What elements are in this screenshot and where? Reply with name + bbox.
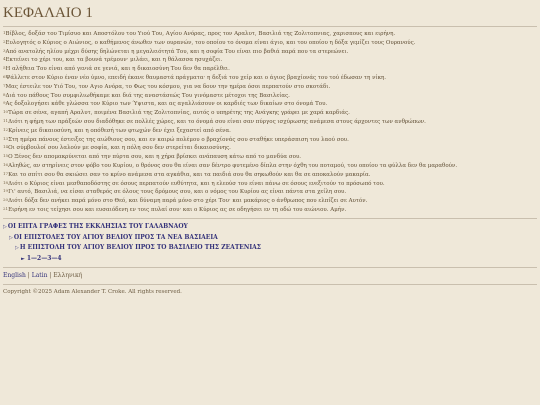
verse-text: Βίβλος, δοξάσ του Τιμίσυο και Αποστόλου … — [5, 31, 396, 37]
verse-number: 18 — [3, 179, 9, 185]
verse-line: 10Τώρα σε σένα, αγαπή Αραλυτ, ποιμένα Βα… — [3, 109, 537, 118]
expand-triangle-icon: ▷ — [9, 234, 13, 241]
verse-number: 14 — [3, 144, 9, 150]
verse-text: Μας έστειλε τον Υιό Του, τον Αγιο Ανόρα,… — [5, 83, 331, 90]
verse-line: 4Εκτείνει το χέρι του, και τα βουνά τρέμ… — [3, 56, 537, 65]
verse-line: 8Διά του πάθους Του συμφιλιωθήκαμε και δ… — [3, 92, 537, 101]
expand-triangle-icon: ▷ — [15, 245, 19, 252]
verse-number: 13 — [3, 135, 9, 141]
verse-text: Εκτείνει το χέρι του, και τα βουνά τρέμο… — [5, 57, 223, 64]
verse-line: 3Από ανατολής ηλίου μέχρι δύσης δηλώνετα… — [3, 48, 537, 57]
verse-number: 10 — [3, 109, 9, 115]
language-link-english[interactable]: English — [3, 272, 26, 279]
language-separator: | — [49, 272, 52, 280]
copyright-notice: Copyright ©2025 Adam Alexander T. Croke.… — [3, 289, 182, 296]
book-link-epistle-zeatenia[interactable]: ▷Η ΕΠΙΣΤΟΛΗ ΤΟΥ ΑΓΙΟΥ ΒΕΛΙΟΥ ΠΡΟΣ ΤΟ ΒΑΣ… — [3, 243, 537, 254]
current-marker-icon: ► — [21, 256, 25, 263]
verse-text: Από ανατολής ηλίου μέχρι δύσης δηλώνεται… — [5, 48, 349, 55]
verse-number: 16 — [3, 161, 9, 167]
verse-number: 20 — [3, 197, 9, 203]
book-link-label: Η ΕΠΙΣΤΟΛΗ ΤΟΥ ΑΓΙΟΥ ΒΕΛΙΟΥ ΠΡΟΣ ΤΟ ΒΑΣΙ… — [19, 244, 262, 252]
verse-text: Κρίνεις με δικαιοσύνη, και η οπόθεσή των… — [8, 127, 231, 134]
verse-line: 14Οι σύμβουλοί σου λαλούν με σοφία, και … — [3, 144, 537, 153]
verse-text: Διά του πάθους Του συμφιλιωθήκαμε και δι… — [5, 92, 290, 99]
verse-number: 5 — [3, 65, 6, 71]
verse-number: 1 — [3, 30, 6, 35]
verse-line: 12Κρίνεις με δικαιοσύνη, και η οπόθεσή τ… — [3, 127, 537, 136]
verse-number: 19 — [3, 188, 9, 194]
verse-line: 21Ειρήνη εν τοις τείχησι σου και ευσαιόδ… — [3, 206, 537, 215]
verse-text: Αληθώς, αν στηρίνεις στον φόβο του Κυρίο… — [8, 162, 458, 169]
book-link-seven-writings[interactable]: ▷ΟΙ ΕΠΤΑ ΓΡΑΦΕΣ ΤΗΣ ΕΚΚΛΗΣΙΑΣ ΤΟΥ ΓΑΛΑΒΝ… — [3, 222, 537, 233]
page: ΚΕΦΑΛΑΙΟ 1 1Βίβλος, δοξάσ του Τιμίσυο κα… — [0, 0, 540, 405]
verse-number: 8 — [3, 91, 6, 97]
language-link-latin[interactable]: Latin — [32, 272, 48, 279]
verse-number: 12 — [3, 126, 9, 132]
divider-middle — [3, 217, 537, 219]
verse-text: Διότι ο Κύριος είναι μεσθαποδόστης σε όσ… — [8, 180, 385, 187]
verse-line: 15Ο Ξένος δεν απομακρύνεται από την πύρτ… — [3, 153, 537, 162]
verse-number: 11 — [3, 117, 9, 123]
verse-line: 13Στη ημέρα πάνους έστειξες της αιώθιους… — [3, 136, 537, 145]
book-navigation: ▷ΟΙ ΕΠΤΑ ΓΡΑΦΕΣ ΤΗΣ ΕΚΚΛΗΣΙΑΣ ΤΟΥ ΓΑΛΑΒΝ… — [3, 222, 537, 264]
verse-line: 6Ψάλλετε στον Κύριο έναν νέο ύμνο, επειδ… — [3, 74, 537, 83]
verse-line: 16Αληθώς, αν στηρίνεις στον φόβο του Κυρ… — [3, 162, 537, 171]
verse-line: 2Ευλογητός ο Κύριος ο Αιώνιος, ο καθήμεν… — [3, 39, 537, 48]
verse-text: Οι σύμβουλοί σου λαλούν με σοφία, και η … — [8, 145, 231, 152]
verse-text: Η αλήθεια Του είναι από γενιά σε γενιά, … — [5, 66, 230, 73]
verse-line: 19Γι' αυτό, Βασιλιά, να είσαι σταθερός σ… — [3, 188, 537, 197]
verse-number: 4 — [3, 56, 6, 62]
book-link-epistles[interactable]: ▷ΟΙ ΕΠΙΣΤΟΛΕΣ ΤΟΥ ΑΓΙΟΥ ΒΕΛΙΟΥ ΠΡΟΣ ΤΑ Ν… — [3, 233, 537, 244]
verse-line: 1Βίβλος, δοξάσ του Τιμίσυο και Αποστόλου… — [3, 30, 537, 39]
verse-line: 11Διότι η φήμη των πράξεών σου διαδόθηκε… — [3, 118, 537, 127]
chapter-link-4[interactable]: 4 — [57, 255, 61, 262]
verse-line: 7Μας έστειλε τον Υιό Του, τον Αγιο Ανόρα… — [3, 83, 537, 92]
verse-number: 15 — [3, 153, 9, 159]
verse-number: 7 — [3, 82, 6, 88]
verse-text: Ευλογητός ο Κύριος ο Αιώνιος, ο καθήμενο… — [5, 39, 416, 46]
language-switcher: English | Latin | Ελληνική — [3, 271, 537, 281]
verse-text: Ας δοξολογήσει κάθε γλώσσα τον Κύριο των… — [5, 101, 328, 108]
divider-top — [3, 26, 537, 27]
verse-line: 20Διότι δόξα δεν ανήκει παρά μόνο στο Θε… — [3, 197, 537, 206]
book-link-label: ΟΙ ΕΠΤΑ ΓΡΑΦΕΣ ΤΗΣ ΕΚΚΛΗΣΙΑΣ ΤΟΥ ΓΑΛΑΒΝΑ… — [7, 222, 188, 230]
book-link-label: ΟΙ ΕΠΙΣΤΟΛΕΣ ΤΟΥ ΑΓΙΟΥ ΒΕΛΙΟΥ ΠΡΟΣ ΤΑ ΝΕ… — [13, 233, 218, 241]
verse-text: Στη ημέρα πάνους έστειξες της αιώθιους σ… — [8, 136, 349, 143]
verse-line: 9Ας δοξολογήσει κάθε γλώσσα τον Κύριο τω… — [3, 100, 537, 109]
verse-text: Γι' αυτό, Βασιλιά, να είσαι σταθερός σε … — [8, 189, 347, 196]
expand-triangle-icon: ▷ — [3, 223, 7, 230]
verse-number: 9 — [3, 100, 6, 106]
verse-text: Ειρήνη εν τοις τείχησι σου και ευσαιόδεν… — [8, 206, 347, 213]
verse-text: Τώρα σε σένα, αγαπή Αραλυτ, ποιμένα Βασι… — [8, 110, 350, 117]
verse-list: 1Βίβλος, δοξάσ του Τιμίσυο και Αποστόλου… — [3, 30, 537, 215]
verse-number: 21 — [3, 205, 9, 211]
verse-text: Διότι η φήμη των πράξεών σου διαδόθηκε σ… — [8, 118, 426, 125]
language-separator: | — [27, 272, 30, 280]
verse-number: 17 — [3, 170, 9, 176]
divider-bottom — [3, 284, 537, 286]
chapter-navigation: ► 1—2—3—4 — [3, 254, 537, 264]
verse-text: Διότι δόξα δεν ανήκει παρά μόνο στο Θεό,… — [8, 198, 368, 205]
verse-number: 3 — [3, 47, 6, 53]
chapter-title: ΚΕΦΑΛΑΙΟ 1 — [3, 5, 93, 21]
verse-line: 5Η αλήθεια Του είναι από γενιά σε γενιά,… — [3, 65, 537, 74]
verse-line: 17Και το σπίτι σου θα σκιώσει σαν το κρί… — [3, 171, 537, 180]
divider-languages — [3, 267, 537, 269]
language-current-greek: Ελληνική — [53, 272, 83, 280]
verse-text: Ψάλλετε στον Κύριο έναν νέο ύμνο, επειδή… — [5, 74, 387, 81]
verse-number: 2 — [3, 38, 6, 44]
verse-text: Και το σπίτι σου θα σκιώσει σαν το κρίνο… — [8, 171, 371, 178]
verse-line: 18Διότι ο Κύριος είναι μεσθαποδόστης σε … — [3, 180, 537, 189]
verse-text: Ο Ξένος δεν απομακρύνεται από την πύρτα … — [8, 154, 302, 161]
verse-number: 6 — [3, 73, 6, 79]
